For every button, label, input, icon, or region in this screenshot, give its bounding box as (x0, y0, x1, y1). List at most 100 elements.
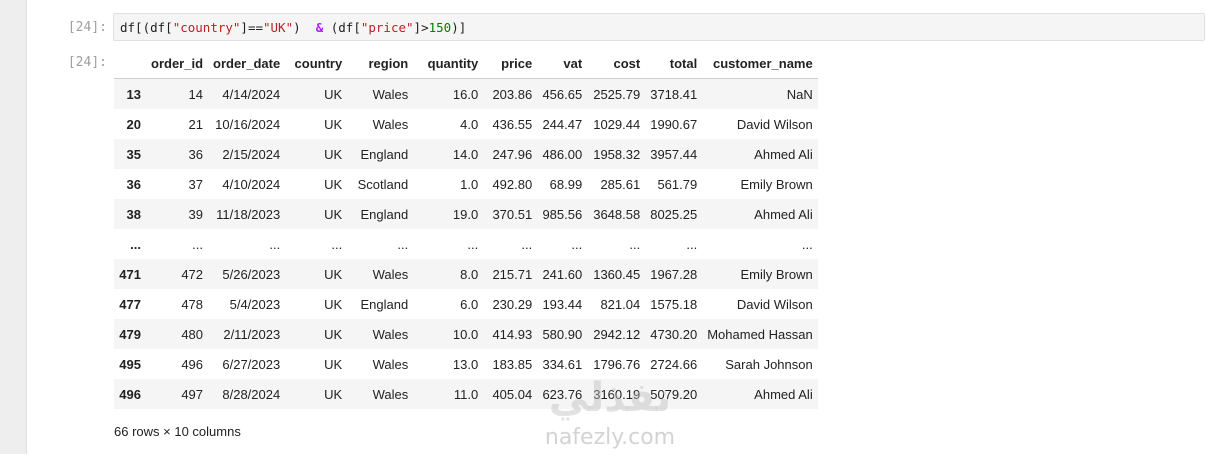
table-cell: England (360, 146, 409, 162)
column-header: quantity (413, 48, 484, 79)
code-number: 150 (428, 20, 452, 35)
row-index: 36 (126, 176, 141, 192)
table-row: 13 14 4/14/2024 UK Wales 16.0 203.86 456… (114, 78, 818, 109)
code-part: df[(df[ (120, 20, 173, 35)
code-string: "country" (172, 20, 241, 35)
table-cell: NaN (786, 86, 813, 102)
table-cell: 19.0 (452, 206, 479, 222)
dataframe-shape-info: 66 rows × 10 columns (114, 424, 241, 439)
row-index: 20 (126, 116, 141, 132)
column-header: cost (587, 48, 646, 79)
table-cell: 247.96 (492, 146, 533, 162)
table-row: 477 478 5/4/2023 UK England 6.0 230.29 1… (114, 289, 818, 319)
dataframe-table: order_id order_date country region quant… (114, 48, 818, 409)
column-header: country (285, 48, 348, 79)
table-cell: UK (324, 326, 343, 342)
table-cell: ... (629, 236, 641, 252)
code-part: (df[ (323, 20, 361, 35)
table-cell: 3718.41 (650, 86, 698, 102)
table-cell: 2/11/2023 (223, 326, 281, 342)
table-cell: UK (324, 356, 343, 372)
table-cell: 1575.18 (650, 296, 698, 312)
column-header: total (645, 48, 703, 79)
table-cell: 3957.44 (650, 146, 698, 162)
table-row: 496 497 8/28/2024 UK Wales 11.0 405.04 6… (114, 379, 818, 409)
column-header: vat (537, 48, 588, 79)
table-cell: 6.0 (460, 296, 479, 312)
table-cell: ... (192, 236, 204, 252)
watermark: نفذلي nafezly.com (530, 375, 690, 455)
notebook-left-rail (0, 0, 26, 454)
row-index: 479 (119, 326, 141, 342)
table-cell: 16.0 (452, 86, 479, 102)
column-header: region (347, 48, 414, 79)
code-string: "UK" (263, 20, 294, 35)
table-cell: Mohamed Hassan (707, 326, 813, 342)
table-cell: David Wilson (736, 116, 813, 132)
index-header (114, 48, 146, 79)
table-cell: 985.56 (542, 206, 583, 222)
code-line[interactable]: df[(df["country"]=="UK") & (df["price"]>… (120, 20, 466, 35)
table-cell: 8025.25 (650, 206, 698, 222)
table-cell: UK (324, 176, 343, 192)
code-part: ]> (413, 20, 429, 35)
table-cell: ... (467, 236, 479, 252)
table-cell: 478 (181, 296, 204, 312)
row-index: ... (130, 236, 141, 252)
table-cell: 68.99 (549, 176, 583, 192)
column-header: price (483, 48, 538, 79)
table-cell: 2942.12 (593, 326, 641, 342)
row-index: 477 (119, 296, 141, 312)
table-cell: England (360, 206, 409, 222)
table-cell: ... (331, 236, 343, 252)
row-index: 496 (119, 386, 141, 402)
table-row: 479 480 2/11/2023 UK Wales 10.0 414.93 5… (114, 319, 818, 349)
table-cell: 8.0 (460, 266, 479, 282)
table-cell: UK (324, 266, 343, 282)
table-cell: 1990.67 (650, 116, 698, 132)
table-cell: 3648.58 (593, 206, 641, 222)
table-cell: 10/16/2024 (215, 116, 281, 132)
table-cell: 1967.28 (650, 266, 698, 282)
table-cell: Emily Brown (740, 266, 813, 282)
table-cell: Wales (372, 266, 409, 282)
table-cell: 4/10/2024 (222, 176, 281, 192)
table-cell: David Wilson (736, 296, 813, 312)
table-cell: Ahmed Ali (754, 386, 813, 402)
table-cell: Wales (372, 356, 409, 372)
table-cell: 497 (181, 386, 204, 402)
column-header: order_id (146, 48, 209, 79)
table-cell: 480 (181, 326, 204, 342)
table-cell: 370.51 (492, 206, 533, 222)
table-row: 20 21 10/16/2024 UK Wales 4.0 436.55 244… (114, 109, 818, 139)
table-cell: ... (269, 236, 281, 252)
table-cell: UK (324, 296, 343, 312)
code-part: ]== (240, 20, 263, 35)
table-cell: ... (801, 236, 813, 252)
row-index: 13 (126, 86, 141, 102)
table-cell: 14 (188, 86, 204, 102)
table-header-row: order_id order_date country region quant… (114, 48, 818, 79)
table-cell: 21 (188, 116, 204, 132)
table-row: 36 37 4/10/2024 UK Scotland 1.0 492.80 6… (114, 169, 818, 199)
watermark-text: nafezly.com (544, 425, 676, 450)
table-cell: 1958.32 (593, 146, 641, 162)
table-cell: 414.93 (492, 326, 533, 342)
table-cell: 486.00 (542, 146, 583, 162)
row-index: 495 (119, 356, 141, 372)
code-part: ) (293, 20, 316, 35)
table-cell: 13.0 (452, 356, 479, 372)
table-cell: 215.71 (492, 266, 533, 282)
table-cell: ... (686, 236, 698, 252)
table-cell: Sarah Johnson (725, 356, 813, 372)
table-cell: 561.79 (657, 176, 698, 192)
table-cell: Emily Brown (740, 176, 813, 192)
table-cell: 244.47 (542, 116, 583, 132)
table-cell: England (360, 296, 409, 312)
table-cell: Scotland (357, 176, 409, 192)
table-cell: UK (324, 146, 343, 162)
table-cell: 456.65 (542, 86, 583, 102)
code-part: )] (451, 20, 467, 35)
code-cell-input[interactable]: df[(df["country"]=="UK") & (df["price"]>… (113, 13, 1205, 41)
column-header: order_date (208, 48, 286, 79)
